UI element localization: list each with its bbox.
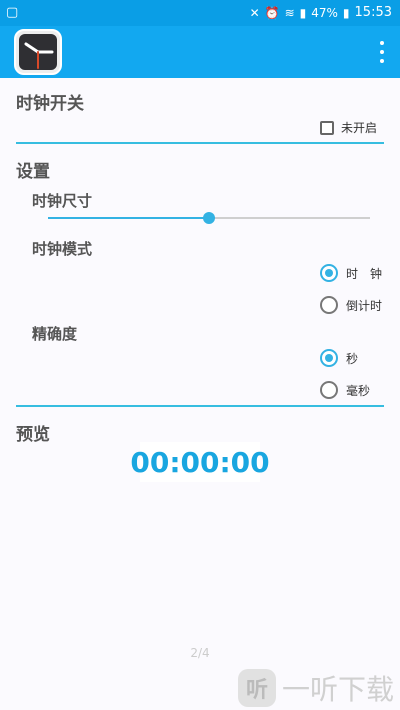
preview-title: 预览 bbox=[16, 425, 50, 445]
radio-label: 时 钟 bbox=[346, 266, 383, 281]
clock-mode-title: 时钟模式 bbox=[32, 240, 93, 258]
alarm-icon: ⏰ bbox=[264, 5, 280, 20]
divider-2 bbox=[16, 405, 384, 407]
status-time: 15:53 bbox=[354, 5, 392, 20]
radio-button[interactable] bbox=[320, 264, 338, 282]
clock-preview: 00:00:00 bbox=[130, 442, 270, 482]
radio-label: 毫秒 bbox=[346, 383, 371, 398]
app-bar bbox=[0, 26, 400, 78]
clock-size-title: 时钟尺寸 bbox=[32, 192, 93, 210]
notification-icon: ▢ bbox=[6, 5, 19, 20]
clock-icon bbox=[24, 42, 54, 69]
mute-icon: ✕ bbox=[249, 5, 260, 20]
radio-label: 秒 bbox=[346, 351, 359, 366]
wifi-icon: ≋ bbox=[284, 5, 295, 20]
radio-precision-second[interactable]: 秒 bbox=[320, 349, 358, 367]
radio-label: 倒计时 bbox=[346, 298, 383, 313]
radio-clock-mode-countdown[interactable]: 倒计时 bbox=[320, 296, 382, 314]
clock-switch-checkbox-row[interactable]: 未开启 bbox=[320, 119, 377, 136]
battery-icon: ▮ bbox=[342, 5, 350, 20]
status-icons: ✕ ⏰ ≋ ▮ 47% ▮ 15:53 bbox=[250, 5, 392, 20]
divider-1 bbox=[16, 142, 384, 144]
battery-text: 47% bbox=[311, 5, 338, 20]
radio-precision-millisecond[interactable]: 毫秒 bbox=[320, 381, 370, 399]
clock-switch-checkbox[interactable] bbox=[320, 120, 334, 135]
radio-clock-mode-clock[interactable]: 时 钟 bbox=[320, 264, 382, 282]
radio-button[interactable] bbox=[320, 349, 338, 367]
radio-button[interactable] bbox=[320, 381, 338, 399]
clock-switch-label: 未开启 bbox=[341, 121, 378, 135]
page-indicator: 2/4 bbox=[190, 646, 210, 660]
settings-title: 设置 bbox=[16, 162, 50, 182]
slider-fill bbox=[48, 217, 209, 219]
signal-icon: ▮ bbox=[299, 5, 307, 20]
clock-face bbox=[19, 34, 57, 70]
overflow-menu-icon[interactable] bbox=[378, 41, 386, 63]
watermark-text: 一听下载 bbox=[281, 673, 394, 706]
slider-thumb[interactable] bbox=[203, 212, 215, 224]
precision-title: 精确度 bbox=[32, 325, 78, 343]
watermark-logo: 听 bbox=[237, 669, 276, 707]
clock-switch-title: 时钟开关 bbox=[16, 94, 84, 114]
watermark: 听 一听下载 bbox=[237, 668, 394, 708]
app-logo bbox=[14, 29, 62, 75]
clock-size-slider[interactable] bbox=[48, 212, 370, 224]
radio-button[interactable] bbox=[320, 296, 338, 314]
status-bar: ▢ ✕ ⏰ ≋ ▮ 47% ▮ 15:53 bbox=[0, 0, 400, 26]
